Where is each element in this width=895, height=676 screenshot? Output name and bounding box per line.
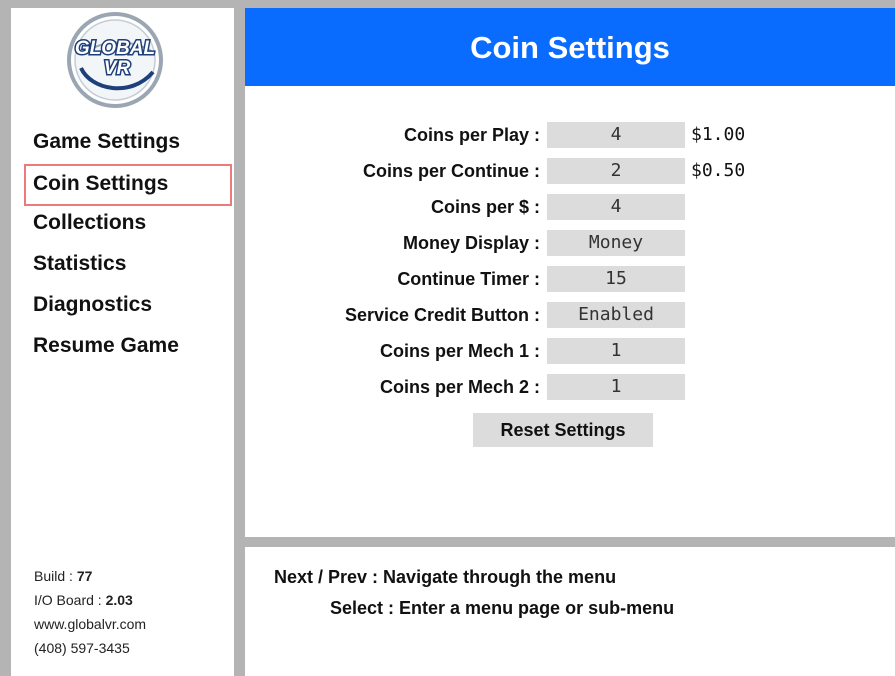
sidebar: GLOBAL VR Game Settings Coin Settings Co… (11, 8, 234, 676)
setting-value-coins-per-play[interactable]: 4 (547, 122, 685, 148)
io-board-label: I/O Board : (34, 592, 106, 608)
build-info: Build : 77 (34, 564, 146, 588)
setting-label-coins-per-mech-2: Coins per Mech 2 : (379, 377, 540, 397)
setting-value-coins-per-mech-2[interactable]: 1 (547, 374, 685, 400)
phone: (408) 597-3435 (34, 640, 130, 656)
build-label: Build : (34, 568, 77, 584)
setting-label-continue-timer: Continue Timer : (397, 269, 540, 289)
help-line-navigate: Next / Prev : Navigate through the menu (274, 567, 617, 587)
reset-settings-button[interactable]: Reset Settings (473, 413, 653, 447)
menu-item-collections[interactable]: Collections (33, 209, 146, 237)
globalvr-logo-icon: GLOBAL VR (67, 12, 163, 108)
setting-value-coins-per-continue[interactable]: 2 (547, 158, 685, 184)
menu-item-diagnostics[interactable]: Diagnostics (33, 291, 152, 319)
setting-label-coins-per-dollar: Coins per $ : (430, 197, 540, 217)
setting-extra-coins-per-play: $1.00 (691, 124, 746, 145)
build-value: 77 (76, 568, 93, 584)
page-title: Coin Settings (470, 30, 670, 65)
setting-label-coins-per-mech-1: Coins per Mech 1 : (379, 341, 540, 361)
setting-label-coins-per-play: Coins per Play : (403, 125, 540, 145)
menu-item-resume-game[interactable]: Resume Game (33, 332, 179, 360)
setting-label-money-display: Money Display : (402, 233, 540, 253)
setting-value-continue-timer[interactable]: 15 (547, 266, 685, 292)
setting-value-money-display[interactable]: Money (547, 230, 685, 256)
website: www.globalvr.com (34, 616, 147, 632)
setting-value-coins-per-mech-1[interactable]: 1 (547, 338, 685, 364)
logo-text-top: GLOBAL (75, 38, 155, 59)
setting-value-service-credit-button[interactable]: Enabled (547, 302, 685, 328)
help-panel: Next / Prev : Navigate through the menu … (245, 547, 895, 676)
system-info: Build : 77 I/O Board : 2.03 www.globalvr… (34, 564, 146, 660)
content-panel: Coin Settings Coins per Play : 4 $1.00 C… (245, 8, 895, 537)
title-bar: Coin Settings (245, 8, 895, 86)
setting-label-service-credit-button: Service Credit Button : (344, 305, 540, 325)
io-board-value: 2.03 (105, 592, 133, 608)
setting-value-coins-per-dollar[interactable]: 4 (547, 194, 685, 220)
logo-text-bottom: VR (104, 58, 131, 79)
io-board-info: I/O Board : 2.03 (34, 588, 146, 612)
menu-item-coin-settings[interactable]: Coin Settings (33, 170, 168, 198)
screen: GLOBAL VR Game Settings Coin Settings Co… (0, 0, 895, 676)
menu-item-game-settings[interactable]: Game Settings (33, 128, 180, 156)
help-line-select: Select : Enter a menu page or sub-menu (330, 598, 675, 618)
setting-label-coins-per-continue: Coins per Continue : (363, 161, 540, 181)
menu-item-statistics[interactable]: Statistics (33, 250, 126, 278)
setting-extra-coins-per-continue: $0.50 (691, 160, 746, 181)
